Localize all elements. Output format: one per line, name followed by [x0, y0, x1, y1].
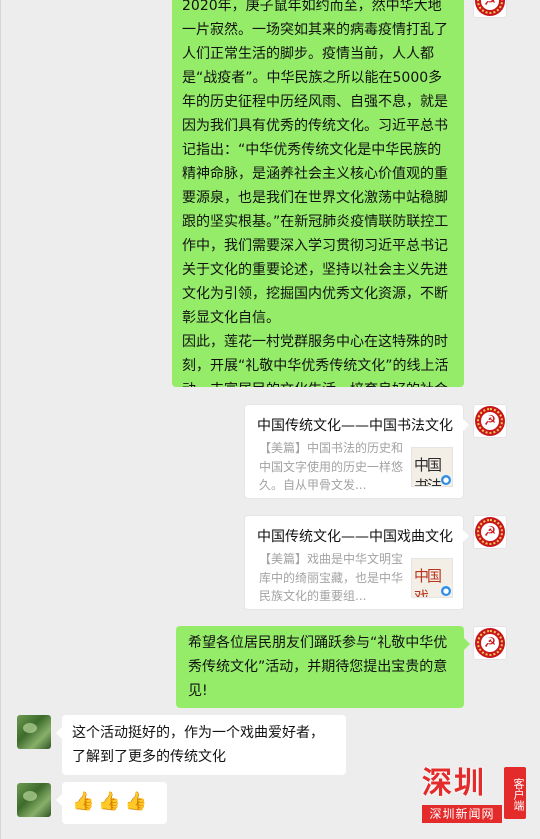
watermark-client-label: 客户端	[504, 767, 526, 819]
card-title: 中国传统文化——中国书法文化	[257, 418, 453, 434]
thumbs-up-icon: 👍	[72, 791, 95, 812]
long-message-bubble[interactable]: 2020年，庚子鼠年如约而至，然中华大地一片寂然。一场突如其来的病毒疫情打乱了人…	[172, 0, 464, 387]
watermark-site-name: 深圳新闻网	[422, 805, 502, 823]
hope-message-text: 希望各位居民朋友们踊跃参与“礼敬中华优秀传统文化”活动，并期待您提出宝贵的意见!	[188, 635, 448, 699]
thumbs-up-icon: 👍	[124, 791, 148, 812]
article-card-calligraphy[interactable]: 中国传统文化——中国书法文化 【美篇】中国书法的历史和中国文字使用的历史一样悠久…	[244, 404, 469, 499]
reply-message-text: 这个活动挺好的，作为一个戏曲爱好者，了解到了更多的传统文化	[72, 725, 324, 765]
meipian-badge-icon: ●	[441, 475, 451, 485]
reply-message-bubble[interactable]: 这个活动挺好的，作为一个戏曲爱好者，了解到了更多的传统文化	[56, 715, 346, 775]
card-description: 【美篇】戏曲是中华文明宝库中的绮丽宝藏，也是中华民族文化的重要组...	[259, 552, 404, 603]
watermark-logo: 深圳	[422, 766, 486, 801]
self-avatar[interactable]	[473, 515, 507, 549]
self-avatar[interactable]	[473, 626, 507, 660]
meipian-badge-icon: ●	[441, 586, 451, 596]
party-emblem-icon	[475, 628, 505, 658]
party-emblem-icon	[475, 0, 505, 16]
sznews-watermark: 深圳 客户端 深圳新闻网	[420, 763, 536, 827]
card-description: 【美篇】中国书法的历史和中国文字使用的历史一样悠久。自从甲骨文发...	[259, 441, 404, 492]
resident-avatar[interactable]	[17, 783, 51, 817]
long-message-paragraph-2: 因此，莲花一村党群服务中心在这特殊的时刻，开展“礼敬中华优秀传统文化”的线上活动…	[182, 334, 449, 387]
party-emblem-icon	[475, 517, 505, 547]
resident-avatar[interactable]	[17, 715, 51, 749]
card-title: 中国传统文化——中国戏曲文化	[257, 529, 453, 545]
thumbs-up-icon: 👍	[98, 791, 121, 812]
card-thumbnail: 中国戏 ●	[411, 558, 453, 598]
window-edge	[0, 0, 1, 839]
long-message-paragraph-1: 2020年，庚子鼠年如约而至，然中华大地一片寂然。一场突如其来的病毒疫情打乱了人…	[182, 0, 449, 326]
hope-message-bubble[interactable]: 希望各位居民朋友们踊跃参与“礼敬中华优秀传统文化”活动，并期待您提出宝贵的意见!	[176, 626, 470, 708]
self-avatar[interactable]	[473, 0, 507, 18]
thumbs-message-bubble[interactable]: 👍 👍 👍	[56, 782, 167, 824]
party-emblem-icon	[475, 406, 505, 436]
self-avatar[interactable]	[473, 404, 507, 438]
article-card-opera[interactable]: 中国传统文化——中国戏曲文化 【美篇】戏曲是中华文明宝库中的绮丽宝藏，也是中华民…	[244, 515, 469, 610]
card-thumbnail: 中国书法 ●	[411, 447, 453, 487]
